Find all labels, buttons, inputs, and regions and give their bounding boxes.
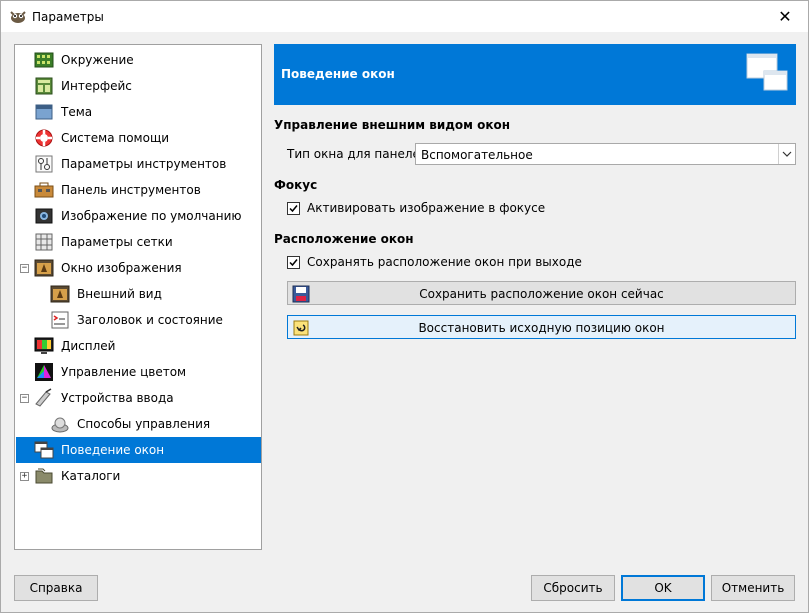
- tree-item-label: Параметры сетки: [61, 235, 173, 249]
- help-button[interactable]: Справка: [14, 575, 98, 601]
- help-system-icon: [35, 129, 53, 147]
- tree-item-folders[interactable]: + Каталоги: [16, 463, 261, 489]
- tree-item-label: Окно изображения: [61, 261, 182, 275]
- save-positions-checkbox[interactable]: [287, 255, 300, 269]
- input-devices-icon: [35, 388, 52, 407]
- positions-section-title: Расположение окон: [274, 232, 414, 246]
- tree-item-toolbox[interactable]: Панель инструментов: [16, 177, 261, 203]
- cancel-button[interactable]: Отменить: [711, 575, 795, 601]
- appearance-section-title: Управление внешним видом окон: [274, 118, 511, 132]
- tree-item-theme[interactable]: Тема: [16, 99, 261, 125]
- focus-section-title: Фокус: [274, 178, 318, 192]
- tree-item-help-system[interactable]: Система помощи: [16, 125, 261, 151]
- tool-options-icon: [35, 155, 53, 173]
- page-title: Поведение окон: [281, 67, 395, 81]
- close-icon: ✕: [778, 7, 792, 26]
- checkmark-icon: [289, 258, 298, 266]
- expand-icon[interactable]: +: [20, 472, 29, 481]
- ok-button[interactable]: OK: [621, 575, 705, 601]
- activate-focus-checkbox[interactable]: [287, 201, 300, 215]
- tree-item-label: Заголовок и состояние: [77, 313, 223, 327]
- tree-item-label: Дисплей: [61, 339, 116, 353]
- tree-item-label: Внешний вид: [77, 287, 162, 301]
- default-image-icon: [35, 208, 53, 224]
- reset-button-label: Сбросить: [543, 581, 603, 595]
- environment-icon: [34, 52, 54, 68]
- ok-button-label: OK: [654, 581, 672, 595]
- tree-item-tool-options[interactable]: Параметры инструментов: [16, 151, 261, 177]
- folders-icon: [35, 468, 53, 484]
- reset-positions-button[interactable]: Восстановить исходную позицию окон: [287, 315, 796, 339]
- title-bar: Параметры ✕: [1, 1, 808, 32]
- save-positions-now-button[interactable]: Сохранить расположение окон сейчас: [287, 281, 796, 305]
- tree-item-window-management[interactable]: Поведение окон: [16, 437, 261, 463]
- help-button-label: Справка: [29, 581, 83, 595]
- activate-focus-label: Активировать изображение в фокусе: [307, 201, 546, 215]
- color-management-icon: [35, 363, 53, 381]
- close-button[interactable]: ✕: [762, 1, 808, 32]
- tree-item-display[interactable]: Дисплей: [16, 333, 261, 359]
- tree-item-label: Управление цветом: [61, 365, 187, 379]
- tree-item-grid[interactable]: Параметры сетки: [16, 229, 261, 255]
- interface-icon: [35, 77, 53, 95]
- input-controllers-icon: [51, 417, 69, 433]
- tree-item-color-management[interactable]: Управление цветом: [16, 359, 261, 385]
- tree-item-environment[interactable]: Окружение: [16, 47, 261, 73]
- preferences-window: Параметры ✕ Окружение Интерфейс Тема Сис…: [0, 0, 809, 613]
- activate-focus-checkbox-row[interactable]: Активировать изображение в фокусе: [287, 201, 545, 215]
- appearance-icon: [50, 285, 70, 303]
- tree-item-input-controllers[interactable]: Способы управления: [16, 411, 261, 437]
- tree-item-appearance[interactable]: Внешний вид: [16, 281, 261, 307]
- window-title: Параметры: [32, 10, 104, 24]
- save-positions-label: Сохранять расположение окон при выходе: [307, 255, 582, 269]
- reset-positions-label: Восстановить исходную позицию окон: [418, 321, 665, 335]
- tree-item-label: Панель инструментов: [61, 183, 201, 197]
- hint-type-value: Вспомогательное: [421, 148, 533, 162]
- window-management-icon: [746, 53, 788, 91]
- window-management-icon: [34, 441, 54, 459]
- tree-item-default-image[interactable]: Изображение по умолчанию: [16, 203, 261, 229]
- page-header: Поведение окон: [274, 44, 796, 105]
- gimp-app-icon: [10, 11, 26, 23]
- title-status-icon: [51, 311, 69, 329]
- theme-icon: [35, 104, 53, 120]
- tree-item-label: Каталоги: [61, 469, 121, 483]
- tree-item-input-devices[interactable]: − Устройства ввода: [16, 385, 261, 411]
- grid-icon: [35, 233, 53, 251]
- tree-item-title-status[interactable]: Заголовок и состояние: [16, 307, 261, 333]
- hint-type-label: Тип окна для панелей:: [287, 147, 432, 161]
- image-window-icon: [34, 259, 54, 277]
- tree-item-label: Интерфейс: [61, 79, 132, 93]
- tree-item-image-window[interactable]: − Окно изображения: [16, 255, 261, 281]
- reset-button[interactable]: Сбросить: [531, 575, 615, 601]
- save-positions-checkbox-row[interactable]: Сохранять расположение окон при выходе: [287, 255, 582, 269]
- tree-item-label: Система помощи: [61, 131, 170, 145]
- preferences-tree: Окружение Интерфейс Тема Система помощи: [14, 44, 262, 550]
- chevron-down-icon: [778, 144, 795, 164]
- tree-item-label: Параметры инструментов: [61, 157, 227, 171]
- tree-item-label: Изображение по умолчанию: [61, 209, 242, 223]
- toolbox-icon: [34, 182, 54, 198]
- tree-item-label: Устройства ввода: [61, 391, 174, 405]
- hint-type-dropdown[interactable]: Вспомогательное: [415, 143, 796, 165]
- save-positions-now-label: Сохранить расположение окон сейчас: [419, 287, 664, 301]
- tree-item-label: Окружение: [61, 53, 134, 67]
- collapse-icon[interactable]: −: [20, 264, 29, 273]
- checkmark-icon: [289, 204, 298, 212]
- collapse-icon[interactable]: −: [20, 394, 29, 403]
- tree-item-label: Поведение окон: [61, 443, 165, 457]
- tree-item-label: Тема: [61, 105, 93, 119]
- tree-item-label: Способы управления: [77, 417, 211, 431]
- display-icon: [34, 337, 54, 354]
- tree-item-interface[interactable]: Интерфейс: [16, 73, 261, 99]
- cancel-button-label: Отменить: [721, 581, 785, 595]
